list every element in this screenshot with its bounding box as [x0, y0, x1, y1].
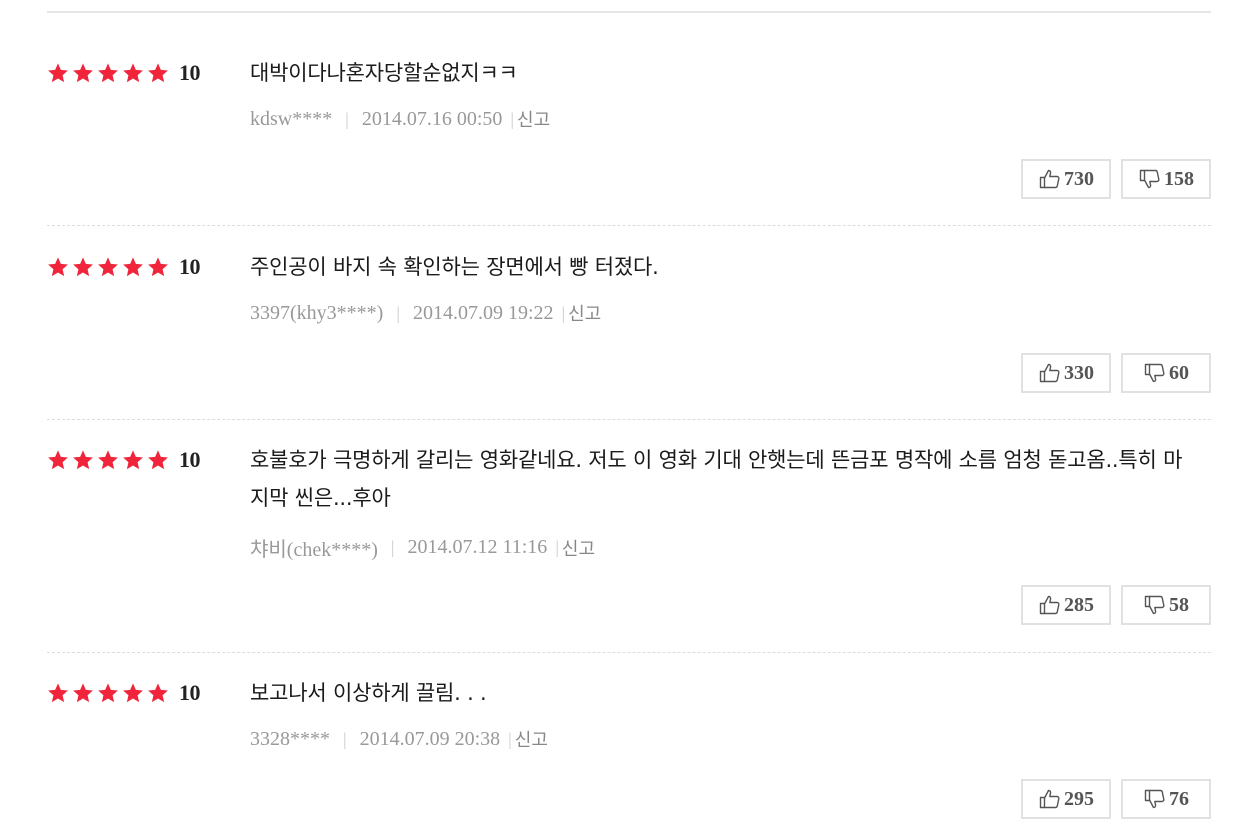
stars — [47, 449, 172, 471]
report-link[interactable]: 신고 — [515, 726, 548, 752]
star-rating: 10 — [47, 678, 201, 708]
star-icon — [122, 62, 144, 84]
vote-buttons: 330 60 — [1021, 353, 1211, 393]
review-item: 10 보고나서 이상하게 끌림. . . 3328**** | 2014.07.… — [47, 678, 1211, 828]
review-meta: 챠비(chek****) | 2014.07.12 11:16 | 신고 — [250, 533, 595, 562]
review-author: 챠비(chek****) — [250, 539, 378, 561]
rating-score: 10 — [179, 254, 201, 279]
review-text: 호불호가 극명하게 갈리는 영화같네요. 저도 이 영화 기대 안햇는데 뜬금포… — [250, 448, 1183, 510]
star-rating: 10 — [47, 58, 201, 88]
meta-divider: | — [561, 302, 566, 323]
star-icon — [147, 62, 169, 84]
review-text: 보고나서 이상하게 끌림. . . — [250, 681, 487, 705]
review-date: 2014.07.09 20:38 — [359, 727, 501, 750]
dislike-count: 60 — [1169, 361, 1189, 384]
review-item: 10 대박이다나혼자당할순없지ㅋㅋ kdsw**** | 2014.07.16 … — [47, 58, 1211, 226]
meta-divider: | — [390, 537, 395, 557]
report-link[interactable]: 신고 — [517, 106, 550, 132]
like-count: 285 — [1064, 593, 1094, 616]
meta-divider: | — [555, 537, 559, 557]
rating-score: 10 — [179, 447, 201, 472]
thumbs-up-icon — [1038, 361, 1064, 385]
dislike-button[interactable]: 58 — [1121, 585, 1211, 625]
meta-divider: | — [343, 728, 347, 749]
review-author: 3397(khy3****) — [250, 301, 384, 324]
dislike-button[interactable]: 76 — [1121, 779, 1211, 819]
star-icon — [122, 449, 144, 471]
review-date: 2014.07.09 19:22 — [412, 301, 554, 324]
top-divider — [47, 11, 1211, 13]
vote-buttons: 295 76 — [1021, 779, 1211, 819]
meta-divider: | — [345, 108, 349, 129]
star-icon — [97, 682, 119, 704]
dislike-button[interactable]: 158 — [1121, 159, 1211, 199]
review-date: 2014.07.12 11:16 — [407, 536, 548, 558]
review-author: 3328**** — [250, 727, 330, 750]
review-divider — [47, 419, 1211, 420]
star-icon — [147, 682, 169, 704]
thumbs-up-icon — [1038, 167, 1064, 191]
thumbs-down-icon — [1138, 167, 1164, 191]
review-meta: 3397(khy3****) | 2014.07.09 19:22 | 신고 — [250, 300, 601, 326]
star-icon — [122, 256, 144, 278]
review-meta: kdsw**** | 2014.07.16 00:50 | 신고 — [250, 106, 550, 132]
review-divider — [47, 225, 1211, 226]
meta-divider: | — [396, 302, 400, 323]
like-button[interactable]: 295 — [1021, 779, 1111, 819]
review-text: 대박이다나혼자당할순없지ㅋㅋ — [250, 61, 518, 85]
review-date: 2014.07.16 00:50 — [361, 107, 503, 130]
vote-buttons: 730 158 — [1021, 159, 1211, 199]
thumbs-up-icon — [1038, 593, 1064, 617]
like-count: 295 — [1064, 787, 1094, 810]
report-link[interactable]: 신고 — [568, 300, 601, 326]
dislike-button[interactable]: 60 — [1121, 353, 1211, 393]
thumbs-down-icon — [1143, 787, 1169, 811]
stars — [47, 682, 172, 704]
review-divider — [47, 652, 1211, 653]
like-count: 730 — [1064, 167, 1094, 190]
review-meta: 3328**** | 2014.07.09 20:38 | 신고 — [250, 726, 548, 752]
star-rating: 10 — [47, 445, 201, 475]
star-icon — [47, 256, 69, 278]
dislike-count: 158 — [1164, 167, 1194, 190]
dislike-count: 58 — [1169, 593, 1189, 616]
star-icon — [72, 682, 94, 704]
rating-score: 10 — [179, 60, 201, 85]
review-text: 주인공이 바지 속 확인하는 장면에서 빵 터졌다. — [250, 255, 659, 279]
review-author: kdsw**** — [250, 107, 333, 130]
review-item: 10 호불호가 극명하게 갈리는 영화같네요. 저도 이 영화 기대 안햇는데 … — [47, 445, 1211, 653]
star-icon — [122, 682, 144, 704]
star-icon — [47, 682, 69, 704]
rating-score: 10 — [179, 680, 201, 705]
star-icon — [147, 256, 169, 278]
vote-buttons: 285 58 — [1021, 585, 1211, 625]
meta-divider: | — [510, 108, 515, 129]
star-rating: 10 — [47, 252, 201, 282]
thumbs-down-icon — [1143, 593, 1169, 617]
stars — [47, 256, 172, 278]
star-icon — [47, 449, 69, 471]
star-icon — [72, 62, 94, 84]
thumbs-down-icon — [1143, 361, 1169, 385]
stars — [47, 62, 172, 84]
review-item: 10 주인공이 바지 속 확인하는 장면에서 빵 터졌다. 3397(khy3*… — [47, 252, 1211, 420]
like-button[interactable]: 730 — [1021, 159, 1111, 199]
thumbs-up-icon — [1038, 787, 1064, 811]
like-button[interactable]: 330 — [1021, 353, 1111, 393]
star-icon — [97, 256, 119, 278]
star-icon — [47, 62, 69, 84]
dislike-count: 76 — [1169, 787, 1189, 810]
meta-divider: | — [508, 728, 512, 749]
report-link[interactable]: 신고 — [562, 535, 595, 561]
star-icon — [97, 449, 119, 471]
like-count: 330 — [1064, 361, 1094, 384]
star-icon — [72, 449, 94, 471]
star-icon — [72, 256, 94, 278]
star-icon — [147, 449, 169, 471]
like-button[interactable]: 285 — [1021, 585, 1111, 625]
star-icon — [97, 62, 119, 84]
